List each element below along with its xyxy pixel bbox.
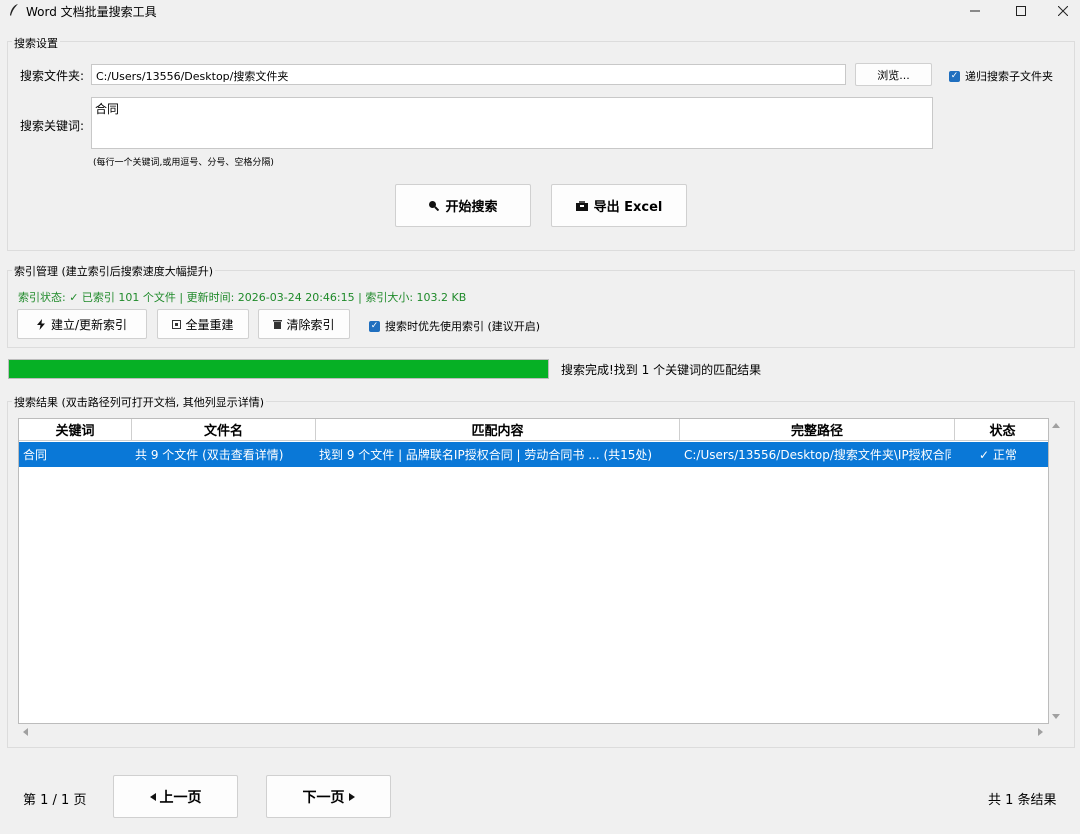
folder-label: 搜索文件夹: (20, 69, 85, 83)
close-button[interactable] (1040, 0, 1080, 22)
page-info: 第 1 / 1 页 (23, 793, 87, 808)
inbox-tray-icon (575, 201, 588, 211)
browse-button[interactable]: 浏览... (855, 63, 932, 86)
folder-input[interactable]: C:/Users/13556/Desktop/搜索文件夹 (91, 64, 846, 85)
column-header-keyword[interactable]: 关键词 (19, 419, 132, 441)
feather-icon (10, 4, 18, 16)
column-header-status[interactable]: 状态 (955, 419, 1048, 441)
search-icon (429, 201, 440, 211)
recursive-checkbox[interactable]: ✓ 递归搜索子文件夹 (949, 68, 1053, 84)
prev-page-label: 上一页 (159, 789, 202, 806)
next-page-label: 下一页 (302, 789, 345, 806)
prefer-index-label: 搜索时优先使用索引 (建议开启) (385, 320, 541, 333)
horizontal-scrollbar[interactable] (18, 726, 1049, 738)
keyword-label: 搜索关键词: (20, 119, 85, 133)
total-results: 共 1 条结果 (988, 793, 1057, 808)
keyword-hint: (每行一个关键词,或用逗号、分号、空格分隔) (93, 158, 274, 168)
close-icon (1058, 6, 1068, 16)
start-search-label: 开始搜索 (445, 200, 498, 215)
export-excel-button[interactable]: 导出 Excel (551, 184, 687, 227)
refresh-icon (172, 319, 182, 329)
next-page-button[interactable]: 下一页 (266, 775, 391, 818)
minimize-icon (970, 10, 980, 12)
clear-index-button[interactable]: 清除索引 (258, 309, 350, 339)
cell-keyword: 合同 (23, 448, 48, 462)
build-index-button[interactable]: 建立/更新索引 (17, 309, 147, 339)
results-group-label: 搜索结果 (双击路径列可打开文档, 其他列显示详情) (12, 394, 267, 410)
start-search-button[interactable]: 开始搜索 (395, 184, 531, 227)
minimize-button[interactable] (952, 0, 998, 22)
maximize-icon (1016, 6, 1026, 16)
window-title: Word 文档批量搜索工具 (26, 5, 157, 19)
search-settings-label: 搜索设置 (12, 35, 60, 51)
progress-fill (9, 360, 548, 378)
scroll-left-icon[interactable] (22, 728, 28, 736)
results-table: 关键词 文件名 匹配内容 完整路径 状态 合同 共 9 个文件 (双击查看详情)… (18, 418, 1049, 724)
scroll-up-icon[interactable] (1052, 422, 1060, 428)
progress-bar (8, 359, 549, 379)
column-header-match[interactable]: 匹配内容 (316, 419, 680, 441)
title-bar: Word 文档批量搜索工具 (0, 0, 1080, 22)
chevron-right-icon (348, 792, 355, 801)
table-row[interactable]: 合同 共 9 个文件 (双击查看详情) 找到 9 个文件 | 品牌联名IP授权合… (19, 442, 1048, 467)
cell-filename: 共 9 个文件 (双击查看详情) (135, 448, 284, 462)
column-header-filename[interactable]: 文件名 (132, 419, 316, 441)
trash-icon (273, 320, 283, 329)
clear-index-label: 清除索引 (286, 317, 335, 332)
build-index-label: 建立/更新索引 (50, 317, 128, 332)
column-header-path[interactable]: 完整路径 (680, 419, 955, 441)
lightning-icon (36, 318, 45, 330)
prev-page-button[interactable]: 上一页 (113, 775, 238, 818)
progress-status: 搜索完成!找到 1 个关键词的匹配结果 (561, 363, 762, 377)
recursive-label: 递归搜索子文件夹 (965, 70, 1053, 83)
index-status: 索引状态: ✓ 已索引 101 个文件 | 更新时间: 2026-03-24 2… (18, 291, 467, 304)
checkmark-icon: ✓ (369, 320, 380, 332)
full-rebuild-label: 全量重建 (185, 317, 234, 332)
cell-status: ✓ 正常 (979, 448, 1017, 462)
chevron-left-icon (149, 792, 156, 801)
checkmark-icon: ✓ (949, 70, 960, 82)
vertical-scrollbar[interactable] (1050, 418, 1062, 724)
keyword-textarea[interactable]: 合同 (91, 97, 933, 149)
prefer-index-checkbox[interactable]: ✓ 搜索时优先使用索引 (建议开启) (369, 318, 540, 334)
full-rebuild-button[interactable]: 全量重建 (157, 309, 249, 339)
maximize-button[interactable] (998, 0, 1044, 22)
cell-match: 找到 9 个文件 | 品牌联名IP授权合同 | 劳动合同书 ... (共15处) (319, 448, 653, 462)
scroll-down-icon[interactable] (1052, 714, 1060, 720)
cell-path: C:/Users/13556/Desktop/搜索文件夹\IP授权合同_品牌联名… (684, 448, 951, 462)
scroll-right-icon[interactable] (1038, 728, 1044, 736)
index-group-label: 索引管理 (建立索引后搜索速度大幅提升) (12, 263, 216, 279)
export-excel-label: 导出 Excel (593, 200, 663, 215)
